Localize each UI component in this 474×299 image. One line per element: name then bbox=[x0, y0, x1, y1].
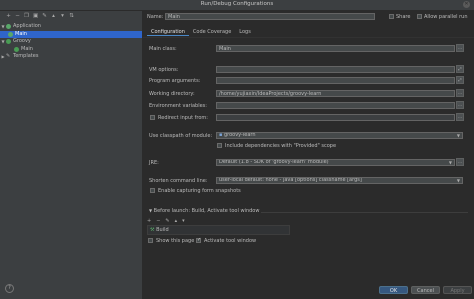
allow-parallel-checkbox[interactable] bbox=[417, 14, 422, 19]
sort-icon[interactable]: ⇅ bbox=[69, 13, 74, 19]
shorten-cmd-select[interactable]: user-local default: none - java [options… bbox=[216, 177, 463, 184]
chevron-down-icon: ▼ bbox=[448, 160, 452, 165]
application-icon bbox=[6, 24, 11, 30]
add-icon[interactable]: + bbox=[6, 13, 11, 19]
redirect-input-label: Redirect input from: bbox=[158, 115, 208, 121]
name-input[interactable]: Main bbox=[165, 13, 375, 20]
capturing-snapshots-checkbox[interactable] bbox=[150, 188, 155, 193]
move-down-icon[interactable]: ▾ bbox=[182, 218, 185, 224]
tree-item-label: Main bbox=[15, 30, 27, 37]
program-args-label: Program arguments: bbox=[149, 78, 201, 84]
add-icon[interactable]: + bbox=[147, 218, 151, 224]
window-title: Run/Debug Configurations bbox=[200, 1, 274, 7]
program-args-input[interactable] bbox=[216, 77, 455, 84]
move-up-icon[interactable]: ▴ bbox=[51, 13, 56, 19]
jre-select[interactable]: Default (1.8 - SDK of 'groovy-learn' mod… bbox=[216, 159, 455, 166]
name-label: Name: bbox=[147, 14, 164, 20]
classpath-value: groovy-learn bbox=[223, 132, 256, 138]
move-down-icon[interactable]: ▾ bbox=[60, 13, 65, 19]
classpath-label: Use classpath of module: bbox=[149, 133, 213, 139]
classpath-select[interactable]: ▪ groovy-learn ▼ bbox=[216, 132, 463, 139]
chevron-down-icon: ▼ bbox=[456, 178, 460, 183]
list-item[interactable]: ⚒ Build bbox=[150, 227, 169, 234]
build-task-label: Build bbox=[156, 227, 169, 233]
groovy-icon bbox=[14, 46, 19, 52]
browse-redirect-button[interactable]: … bbox=[456, 113, 464, 121]
tab-code-coverage[interactable]: Code Coverage bbox=[189, 28, 235, 36]
include-provided-label: Include dependencies with "Provided" sco… bbox=[225, 143, 337, 149]
close-icon[interactable]: ✕ bbox=[463, 1, 470, 8]
shorten-cmd-label: Shorten command line: bbox=[149, 178, 208, 184]
allow-parallel-label: Allow parallel run bbox=[424, 14, 468, 20]
before-launch-toolbar: + − ✎ ▴ ▾ bbox=[147, 218, 185, 224]
tree-item-label: Application bbox=[13, 23, 41, 29]
capturing-snapshots-label: Enable capturing form snapshots bbox=[158, 188, 241, 194]
expand-program-args-icon[interactable]: ⤢ bbox=[456, 76, 464, 84]
config-editor: Name: Main Share Allow parallel run Conf… bbox=[143, 11, 474, 299]
config-tree-panel: + − ❐ ▣ ✎ ▴ ▾ ⇅ ▼ Application Main ▼ Gro… bbox=[0, 11, 143, 299]
tree-item-groovy[interactable]: ▼ Groovy bbox=[0, 38, 142, 46]
working-dir-input[interactable]: /home/yujiaxin/IdeaProjects/groovy-learn bbox=[216, 90, 455, 97]
redirect-input-field[interactable] bbox=[216, 114, 455, 121]
apply-button[interactable]: Apply bbox=[443, 286, 472, 294]
tree-item-application-main[interactable]: Main bbox=[0, 30, 142, 38]
share-checkbox[interactable] bbox=[389, 14, 394, 19]
main-class-input[interactable]: Main bbox=[216, 45, 455, 52]
env-vars-input[interactable] bbox=[216, 102, 455, 109]
share-label: Share bbox=[396, 14, 411, 20]
move-up-icon[interactable]: ▴ bbox=[175, 218, 178, 224]
edit-icon[interactable]: ✎ bbox=[165, 218, 169, 224]
wrench-icon: ✎ bbox=[6, 53, 11, 60]
chevron-down-icon: ▼ bbox=[456, 133, 460, 138]
show-page-label: Show this page bbox=[156, 238, 195, 244]
show-page-checkbox[interactable] bbox=[148, 238, 153, 243]
config-tree: ▼ Application Main ▼ Groovy Main ▶ ✎ Tem… bbox=[0, 23, 142, 61]
main-class-label: Main class: bbox=[149, 46, 177, 52]
tab-bar: Configuration Code Coverage Logs bbox=[147, 28, 255, 36]
activate-tool-window-label: Activate tool window bbox=[204, 238, 257, 244]
cancel-button[interactable]: Cancel bbox=[411, 286, 440, 294]
before-launch-list: ⚒ Build bbox=[147, 225, 290, 235]
browse-jre-button[interactable]: … bbox=[456, 158, 464, 166]
include-provided-checkbox[interactable] bbox=[217, 143, 222, 148]
vm-options-label: VM options: bbox=[149, 67, 179, 73]
help-button[interactable]: ? bbox=[5, 284, 14, 293]
tab-divider bbox=[143, 37, 474, 38]
jre-value: Default (1.8 - SDK of 'groovy-learn' mod… bbox=[219, 159, 329, 165]
jre-label: JRE: bbox=[149, 160, 159, 166]
remove-icon[interactable]: − bbox=[15, 13, 20, 19]
browse-working-dir-button[interactable]: … bbox=[456, 89, 464, 97]
tree-item-label: Templates bbox=[13, 53, 39, 59]
title-bar: Run/Debug Configurations ✕ bbox=[0, 0, 474, 11]
tree-item-label: Main bbox=[21, 45, 33, 52]
vm-options-input[interactable] bbox=[216, 66, 455, 73]
tab-logs[interactable]: Logs bbox=[235, 28, 255, 36]
remove-icon[interactable]: − bbox=[156, 218, 160, 224]
tree-item-groovy-main[interactable]: Main bbox=[0, 46, 142, 54]
build-icon: ⚒ bbox=[150, 227, 155, 233]
edit-env-vars-button[interactable]: … bbox=[456, 101, 464, 109]
ok-button[interactable]: OK bbox=[379, 286, 408, 294]
tree-item-templates[interactable]: ▶ ✎ Templates bbox=[0, 53, 142, 61]
application-icon bbox=[8, 31, 13, 37]
tab-configuration[interactable]: Configuration bbox=[147, 28, 189, 36]
copy-icon[interactable]: ❐ bbox=[24, 13, 29, 19]
before-launch-title: Before launch: Build, Activate tool wind… bbox=[153, 208, 260, 214]
activate-tool-window-checkbox[interactable] bbox=[196, 237, 201, 243]
groovy-icon bbox=[6, 39, 11, 45]
chevron-down-icon: ▼ bbox=[149, 208, 153, 213]
save-icon[interactable]: ▣ bbox=[33, 13, 38, 19]
env-vars-label: Environment variables: bbox=[149, 103, 207, 109]
shorten-cmd-value: user-local default: none - java [options… bbox=[219, 177, 362, 183]
before-launch-header[interactable]: ▼ Before launch: Build, Activate tool wi… bbox=[147, 208, 262, 214]
redirect-input-checkbox[interactable] bbox=[150, 115, 155, 120]
expand-vm-options-icon[interactable]: ⤢ bbox=[456, 65, 464, 73]
tree-item-application[interactable]: ▼ Application bbox=[0, 23, 142, 31]
module-icon: ▪ bbox=[219, 132, 223, 138]
wrench-icon[interactable]: ✎ bbox=[42, 13, 47, 19]
working-dir-label: Working directory: bbox=[149, 91, 195, 97]
tree-toolbar: + − ❐ ▣ ✎ ▴ ▾ ⇅ bbox=[0, 11, 142, 22]
tree-item-label: Groovy bbox=[13, 38, 31, 44]
browse-main-class-button[interactable]: … bbox=[456, 44, 464, 52]
